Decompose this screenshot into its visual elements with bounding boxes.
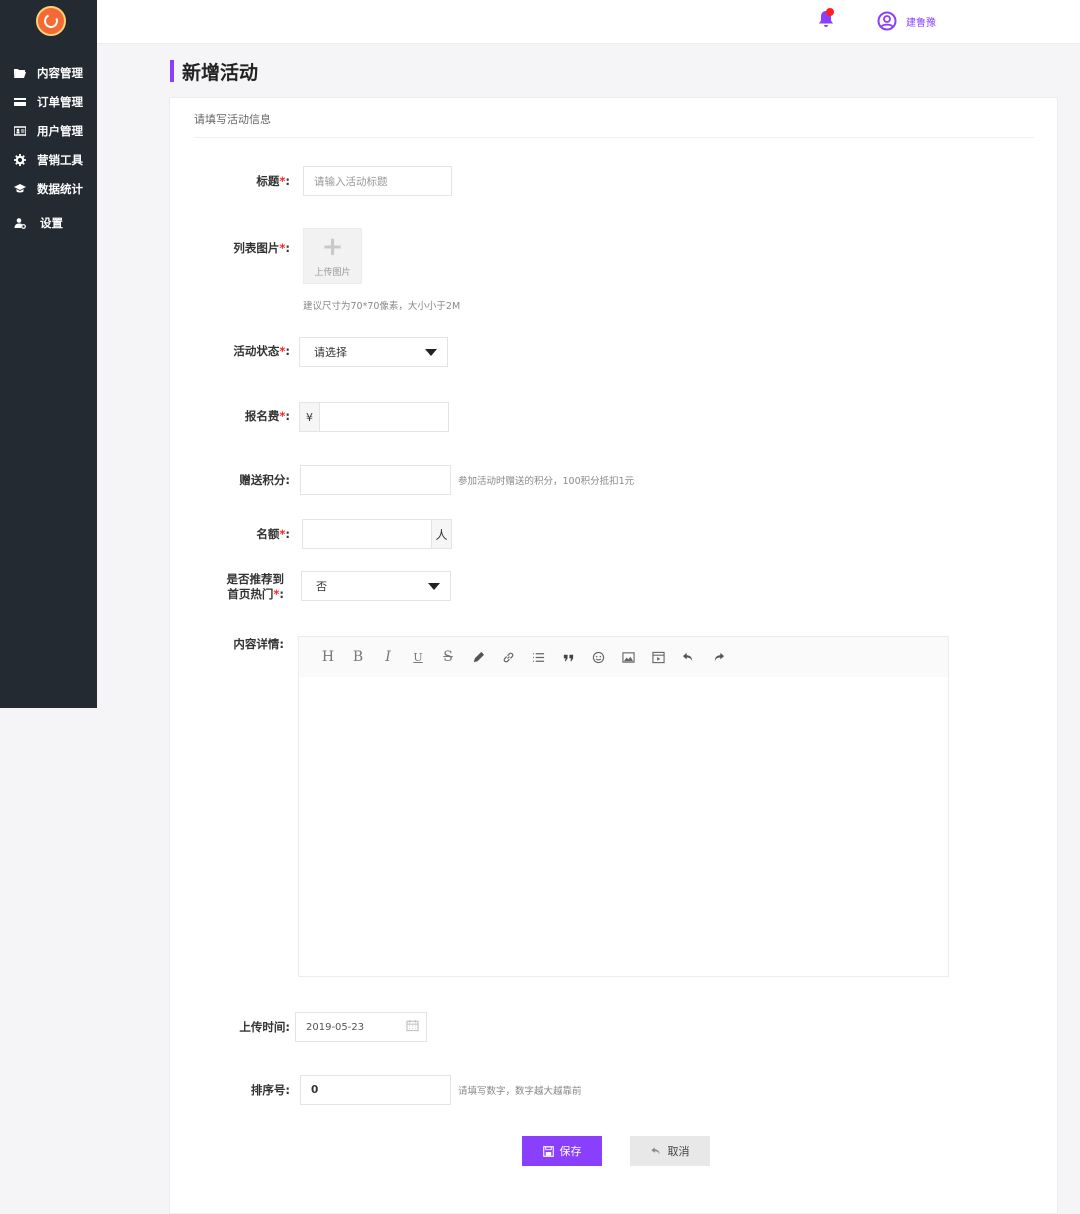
gear-icon: [13, 153, 27, 166]
sidebar-item-label: 营销工具: [37, 152, 83, 167]
sidebar-item-marketing[interactable]: 营销工具: [0, 145, 97, 174]
form-card: 请填写活动信息 标题*: 请输入活动标题 列表图片*: + 上传图片 建议尺寸为…: [169, 97, 1058, 1214]
image-label: 列表图片*:: [233, 241, 290, 255]
user-avatar-icon: [877, 11, 897, 31]
date-picker-input[interactable]: 2019-05-23: [295, 1012, 427, 1042]
top-header: 建鲁豫: [97, 0, 1080, 44]
title-input[interactable]: 请输入活动标题: [303, 166, 452, 196]
image-icon[interactable]: [613, 646, 643, 668]
upload-image-text: 上传图片: [314, 267, 351, 278]
graduation-icon: [13, 183, 27, 195]
sidebar: 内容管理 订单管理 用户管理 营销工具 数据统计 设置: [0, 0, 97, 708]
sidebar-item-users[interactable]: 用户管理: [0, 116, 97, 145]
fee-input[interactable]: ¥: [299, 402, 449, 432]
sidebar-nav: 内容管理 订单管理 用户管理 营销工具 数据统计 设置: [0, 58, 97, 237]
status-label: 活动状态*:: [233, 344, 290, 358]
quota-label: 名额*:: [256, 527, 290, 541]
list-icon[interactable]: [523, 646, 553, 668]
folder-icon: [13, 67, 27, 79]
video-icon[interactable]: [643, 646, 673, 668]
yen-prefix: ¥: [300, 403, 320, 431]
title-accent-bar: [170, 60, 174, 82]
upload-image-button[interactable]: + 上传图片: [303, 228, 362, 284]
page-title: 新增活动: [170, 58, 258, 84]
points-label: 赠送积分:: [239, 473, 290, 487]
calendar-icon: [406, 1019, 419, 1035]
user-menu[interactable]: 建鲁豫: [877, 11, 936, 31]
title-label: 标题*:: [256, 174, 290, 188]
sidebar-item-settings[interactable]: 设置: [0, 208, 97, 237]
emoji-icon[interactable]: [583, 646, 613, 668]
link-icon[interactable]: [493, 646, 523, 668]
quote-icon[interactable]: [553, 646, 583, 668]
editor-content-area[interactable]: [299, 677, 948, 977]
sort-label: 排序号:: [250, 1083, 290, 1097]
user-settings-icon: [13, 217, 27, 229]
undo-icon: [650, 1146, 662, 1157]
sidebar-item-label: 用户管理: [37, 123, 83, 138]
logo[interactable]: [36, 6, 66, 36]
pencil-icon[interactable]: [463, 646, 493, 668]
quota-input[interactable]: 人: [302, 519, 452, 549]
fee-label: 报名费*:: [244, 409, 290, 423]
sort-input[interactable]: 0: [300, 1075, 451, 1105]
sidebar-item-label: 数据统计: [37, 181, 83, 196]
image-hint: 建议尺寸为70*70像素，大小小于2M: [303, 301, 461, 312]
underline-button[interactable]: U: [403, 646, 433, 668]
italic-button[interactable]: I: [373, 646, 403, 668]
undo-icon[interactable]: [673, 646, 703, 668]
recommend-label: 是否推荐到 首页热门*:: [226, 572, 285, 601]
bell-icon[interactable]: [818, 8, 834, 28]
strikethrough-button[interactable]: S: [433, 646, 463, 668]
sidebar-item-label: 内容管理: [37, 65, 83, 80]
sort-hint: 请填写数字，数字越大越靠前: [458, 1086, 582, 1097]
heading-button[interactable]: H: [313, 646, 343, 668]
redo-icon[interactable]: [703, 646, 733, 668]
sidebar-item-label: 设置: [40, 215, 63, 230]
notification-dot: [826, 8, 834, 16]
cancel-button[interactable]: 取消: [630, 1136, 710, 1166]
points-input[interactable]: [300, 465, 451, 495]
upload-time-label: 上传时间:: [239, 1020, 290, 1034]
sidebar-item-content[interactable]: 内容管理: [0, 58, 97, 87]
plus-icon: +: [321, 231, 344, 262]
page-title-text: 新增活动: [182, 61, 259, 84]
save-icon: [542, 1145, 554, 1157]
card-icon: [13, 96, 27, 108]
id-card-icon: [13, 125, 27, 137]
points-hint: 参加活动时赠送的积分，100积分抵扣1元: [458, 476, 635, 487]
editor-toolbar: H B I U S: [299, 637, 948, 677]
save-button[interactable]: 保存: [522, 1136, 602, 1166]
content-label: 内容详情:: [233, 637, 284, 651]
username: 建鲁豫: [906, 17, 936, 29]
caret-down-icon: [428, 582, 440, 590]
person-suffix: 人: [431, 520, 451, 548]
caret-down-icon: [425, 348, 437, 356]
rich-text-editor: H B I U S: [298, 636, 949, 977]
sidebar-item-label: 订单管理: [37, 94, 83, 109]
section-title: 请填写活动信息: [194, 98, 1034, 138]
recommend-select[interactable]: 否: [301, 571, 451, 601]
sidebar-item-orders[interactable]: 订单管理: [0, 87, 97, 116]
status-select[interactable]: 请选择: [299, 337, 448, 367]
bold-button[interactable]: B: [343, 646, 373, 668]
sidebar-item-stats[interactable]: 数据统计: [0, 174, 97, 203]
